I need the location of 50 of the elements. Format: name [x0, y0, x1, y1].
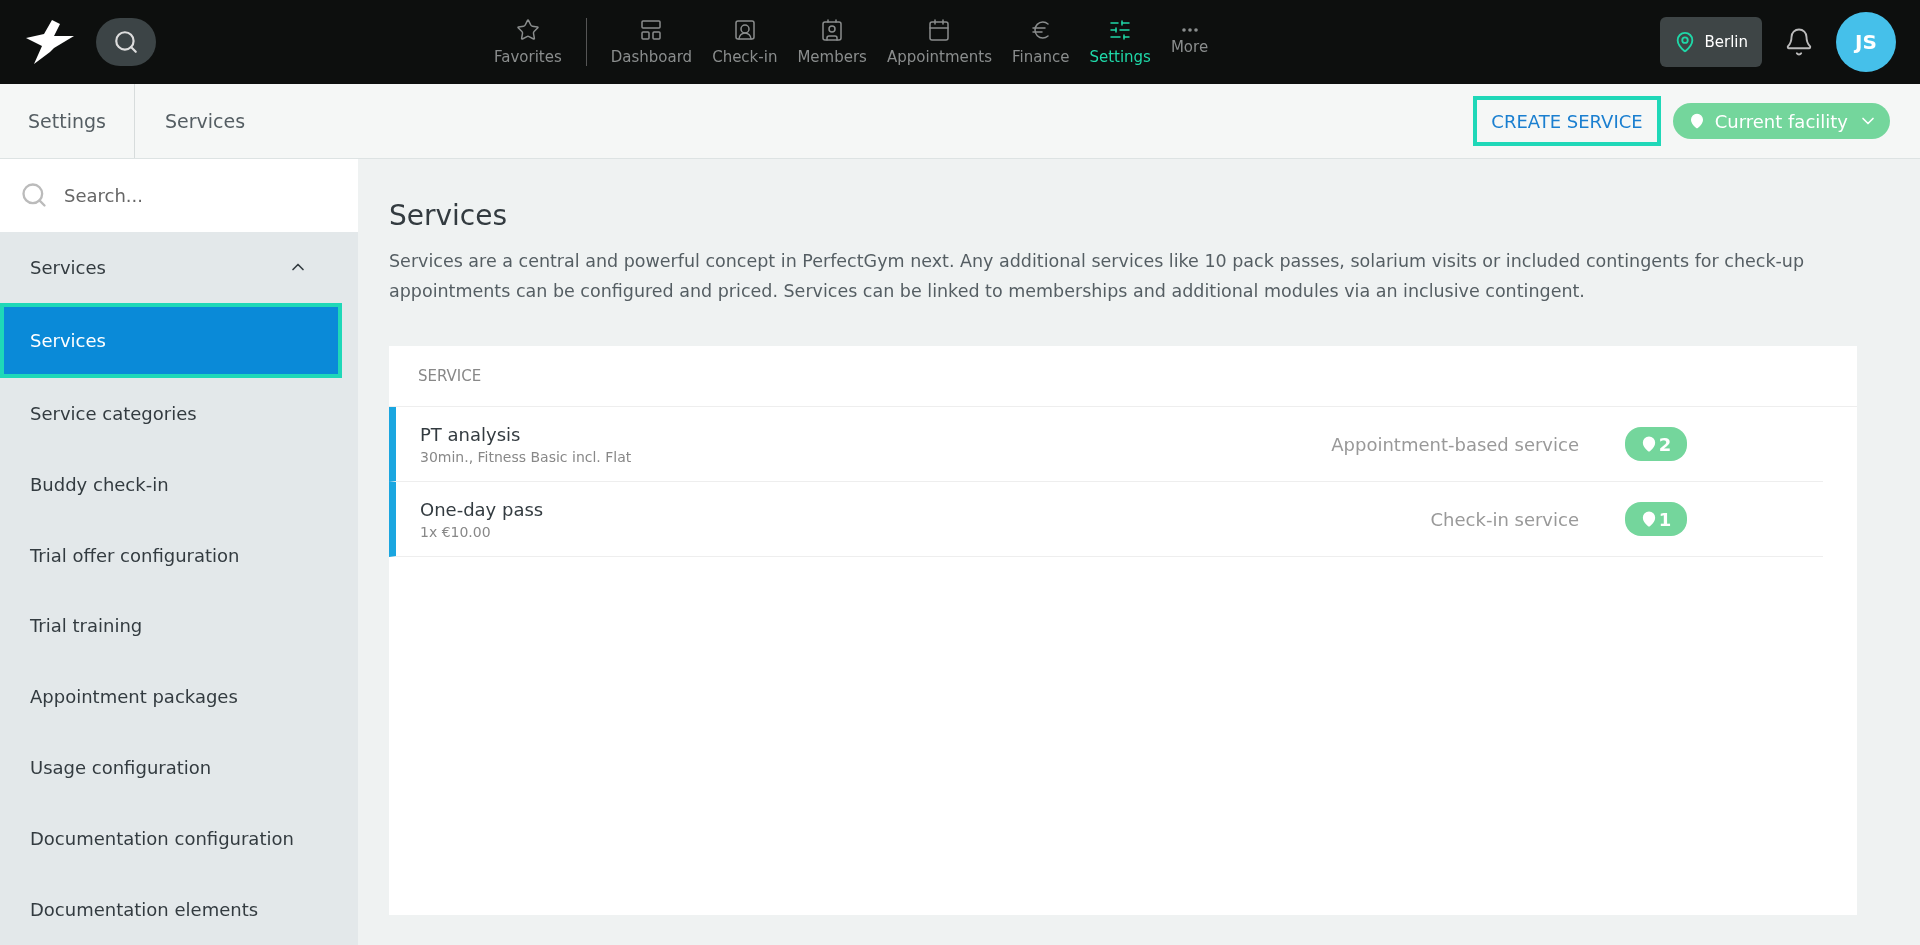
location-button[interactable]: Berlin	[1660, 17, 1762, 67]
nav-item[interactable]: Check-in	[702, 18, 788, 66]
nav-item[interactable]: More	[1160, 28, 1219, 56]
service-details: 30min., Fitness Basic incl. Flat	[420, 448, 633, 465]
sliders-icon	[1108, 18, 1133, 42]
facility-count-badge: 2	[1625, 427, 1687, 461]
service-details: 1x €10.00	[420, 523, 492, 540]
ellipsis-icon	[1181, 28, 1198, 32]
service-row[interactable]: One-day pass 1x €10.00 Check-in service 1	[389, 482, 1823, 557]
service-name: One-day pass	[420, 498, 545, 520]
nav-item[interactable]: Appointments	[876, 18, 1002, 66]
sidebar-group-header[interactable]: Services	[0, 231, 358, 303]
star-icon	[515, 18, 540, 42]
person-icon	[732, 18, 757, 42]
sidebar-item[interactable]: Documentation elements	[0, 874, 358, 945]
map-pin-icon	[1640, 511, 1657, 527]
contact-card-icon	[820, 18, 845, 42]
sidebar-item[interactable]: Appointment packages	[0, 661, 358, 733]
sidebar-item[interactable]: Buddy check-in	[0, 448, 358, 520]
star-logo-icon	[24, 18, 76, 66]
map-pin-icon	[1688, 113, 1705, 129]
create-service-button[interactable]: CREATE SERVICE	[1473, 96, 1661, 146]
sidebar-item[interactable]: Service categories	[0, 377, 358, 449]
service-type: Appointment-based service	[1331, 433, 1579, 455]
sidebar-item[interactable]: Documentation configuration	[0, 803, 358, 875]
calendar-icon	[927, 18, 952, 42]
sidebar-item[interactable]: Trial training	[0, 590, 358, 662]
service-type: Check-in service	[1430, 508, 1579, 530]
map-pin-icon	[1640, 436, 1657, 452]
dashboard-icon	[639, 18, 664, 42]
service-name: PT analysis	[420, 423, 522, 445]
breadcrumb-item[interactable]: Settings	[0, 84, 135, 158]
page-title: Services	[389, 199, 509, 232]
nav-item[interactable]: Dashboard	[600, 18, 703, 66]
notification-bell-icon[interactable]	[1784, 27, 1814, 57]
sidebar-item[interactable]: Usage configuration	[0, 732, 358, 804]
search-button[interactable]	[96, 18, 156, 66]
service-row[interactable]: PT analysis 30min., Fitness Basic incl. Flat Appointment-based service 2	[389, 407, 1823, 482]
sidebar-item[interactable]: Services	[0, 302, 342, 378]
search-icon	[20, 181, 48, 210]
search-icon	[113, 29, 139, 55]
column-header: SERVICE	[389, 346, 1857, 407]
nav-item[interactable]: Settings	[1079, 18, 1161, 66]
breadcrumb-item: Services	[163, 109, 247, 134]
nav-item[interactable]: Finance	[1002, 18, 1080, 66]
nav-item[interactable]: Members	[787, 18, 877, 66]
page-description: Services are a central and powerful concept in PerfectGym next. Any additional services like 10 pack passes, solarium visits or included contingents for check-up appointments can be configured and priced. Services can be linked to memberships and additional modules via an inclusive contingent.	[389, 250, 1806, 303]
nav-item[interactable]: Favorites	[484, 18, 572, 66]
facility-count-badge: 1	[1625, 502, 1687, 536]
sidebar-item[interactable]: Trial offer configuration	[0, 519, 358, 591]
